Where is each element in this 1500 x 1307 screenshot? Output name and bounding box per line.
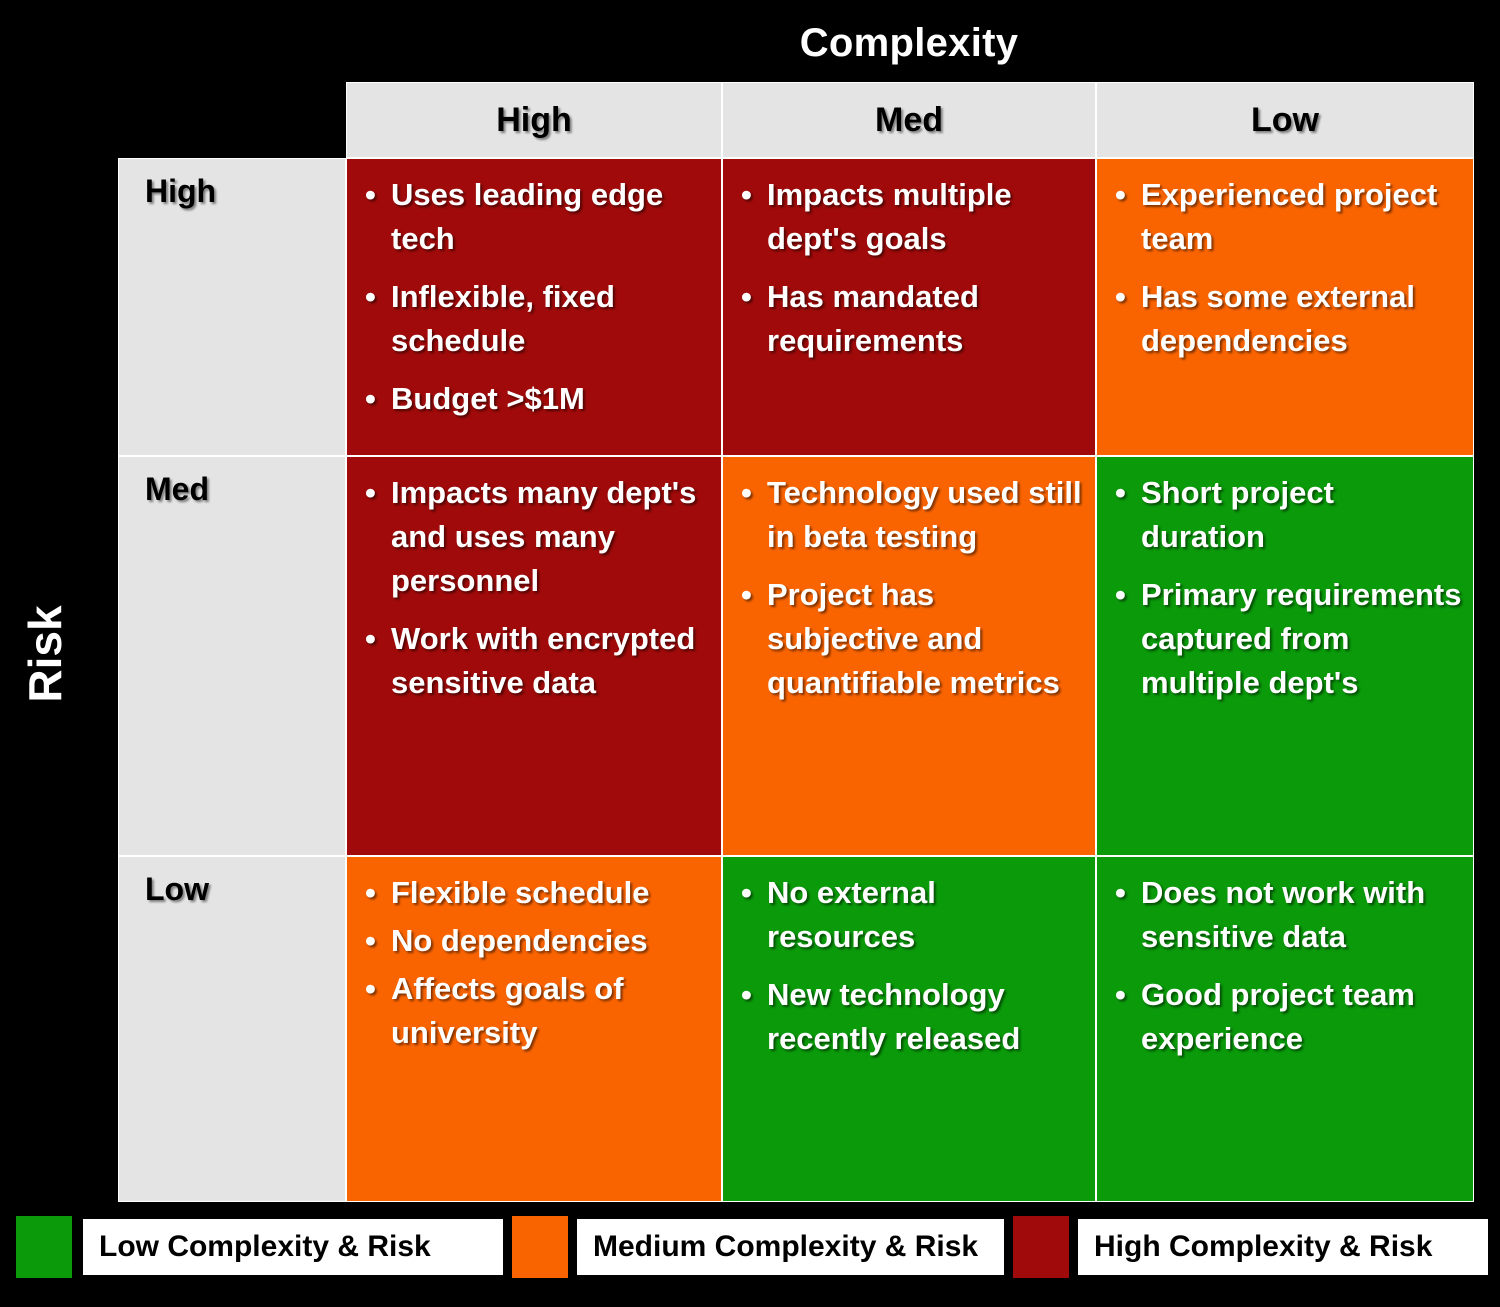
bullet-icon: • xyxy=(741,279,752,315)
bullet-icon: • xyxy=(741,875,752,910)
matrix-cell-risk-high-complexity-high[interactable]: • Uses leading edge tech • Inflexible, fix… xyxy=(346,158,722,456)
list-item-label: Has some external dependencies xyxy=(1141,279,1415,359)
bullet-icon: • xyxy=(1115,577,1126,613)
column-header-med: Med xyxy=(722,82,1096,158)
list-item: • Primary requirements captured from mult… xyxy=(1111,573,1463,705)
bullet-icon: • xyxy=(365,279,376,315)
bullet-icon: • xyxy=(741,475,752,510)
bullet-list: • No external resources • New technology r… xyxy=(737,871,1085,1061)
bullet-icon: • xyxy=(1115,475,1126,510)
list-item-label: Uses leading edge tech xyxy=(391,177,664,257)
list-item-label: New technology recently released xyxy=(767,977,1021,1057)
bullet-icon: • xyxy=(741,977,752,1013)
list-item: • Impacts multiple dept's goals xyxy=(737,173,1085,261)
list-item: • New technology recently released xyxy=(737,973,1085,1061)
bullet-list: • Impacts multiple dept's goals • Has mand… xyxy=(737,173,1085,363)
list-item: • Has some external dependencies xyxy=(1111,275,1463,363)
bullet-list: • Experienced project team • Has some exte… xyxy=(1111,173,1463,363)
bullet-list: • Short project duration • Primary require… xyxy=(1111,471,1463,705)
row-header-low: Low xyxy=(118,856,346,1202)
list-item: • Work with encrypted sensitive data xyxy=(361,617,711,705)
list-item: • Experienced project team xyxy=(1111,173,1463,261)
list-item: • Flexible schedule xyxy=(361,871,711,915)
list-item: • Budget >$1M xyxy=(361,377,711,421)
bullet-icon: • xyxy=(365,875,376,910)
list-item-label: Has mandated requirements xyxy=(767,279,979,359)
list-item-label: Impacts multiple dept's goals xyxy=(767,177,1012,257)
bullet-list: • Does not work with sensitive data • Good… xyxy=(1111,871,1463,1061)
legend: Low Complexity & Risk Medium Complexity … xyxy=(0,1216,1500,1278)
matrix-cell-risk-low-complexity-high[interactable]: • Flexible schedule • No dependencies • Aff… xyxy=(346,856,722,1202)
bullet-icon: • xyxy=(1115,977,1126,1013)
column-header-high: High xyxy=(346,82,722,158)
list-item: • Project has subjective and quantifiable… xyxy=(737,573,1085,705)
bullet-list: • Technology used still in beta testing •… xyxy=(737,471,1085,705)
bullet-list: • Flexible schedule • No dependencies • Aff… xyxy=(361,871,711,1055)
list-item: • Does not work with sensitive data xyxy=(1111,871,1463,959)
list-item-label: Work with encrypted sensitive data xyxy=(391,621,696,701)
list-item-label: Technology used still in beta testing xyxy=(767,475,1082,555)
bullet-icon: • xyxy=(741,577,752,613)
bullet-icon: • xyxy=(1115,177,1126,212)
complexity-axis-title: Complexity xyxy=(799,21,1019,65)
list-item-label: Inflexible, fixed schedule xyxy=(391,279,615,359)
matrix-cell-risk-med-complexity-low[interactable]: • Short project duration • Primary require… xyxy=(1096,456,1474,856)
list-item: • Affects goals of university xyxy=(361,967,711,1055)
list-item-label: No external resources xyxy=(767,875,936,955)
legend-swatch-high-icon xyxy=(1013,1216,1069,1278)
bullet-icon: • xyxy=(365,381,376,417)
list-item: • Technology used still in beta testing xyxy=(737,471,1085,559)
matrix-cell-risk-low-complexity-med[interactable]: • No external resources • New technology r… xyxy=(722,856,1096,1202)
matrix-cell-risk-med-complexity-med[interactable]: • Technology used still in beta testing •… xyxy=(722,456,1096,856)
legend-label-low: Low Complexity & Risk xyxy=(80,1216,506,1278)
list-item-label: Short project duration xyxy=(1141,475,1334,555)
list-item-label: Project has subjective and quantifiable … xyxy=(767,577,1060,701)
list-item: • No external resources xyxy=(737,871,1085,959)
risk-complexity-matrix: High Med Low High Med Low • Uses leading … xyxy=(118,82,1474,1202)
row-header-high: High xyxy=(118,158,346,456)
matrix-cell-risk-high-complexity-low[interactable]: • Experienced project team • Has some exte… xyxy=(1096,158,1474,456)
bullet-icon: • xyxy=(365,923,376,959)
list-item: • No dependencies xyxy=(361,919,711,963)
list-item: • Short project duration xyxy=(1111,471,1463,559)
list-item-label: No dependencies xyxy=(391,923,648,959)
matrix-cell-risk-low-complexity-low[interactable]: • Does not work with sensitive data • Good… xyxy=(1096,856,1474,1202)
list-item-label: Affects goals of university xyxy=(391,971,624,1051)
list-item-label: Impacts many dept's and uses many person… xyxy=(391,475,697,599)
legend-swatch-medium-icon xyxy=(512,1216,568,1278)
list-item-label: Does not work with sensitive data xyxy=(1141,875,1426,955)
bullet-icon: • xyxy=(365,177,376,212)
row-header-med: Med xyxy=(118,456,346,856)
legend-label-high: High Complexity & Risk xyxy=(1075,1216,1491,1278)
list-item-label: Experienced project team xyxy=(1141,177,1438,257)
list-item-label: Primary requirements captured from multi… xyxy=(1141,577,1462,701)
bullet-list: • Uses leading edge tech • Inflexible, fix… xyxy=(361,173,711,421)
bullet-icon: • xyxy=(741,177,752,212)
list-item: • Inflexible, fixed schedule xyxy=(361,275,711,363)
list-item: • Has mandated requirements xyxy=(737,275,1085,363)
bullet-icon: • xyxy=(365,475,376,510)
list-item-label: Budget >$1M xyxy=(391,381,585,417)
risk-axis-title: Risk xyxy=(19,605,71,703)
bullet-icon: • xyxy=(365,621,376,657)
list-item: • Uses leading edge tech xyxy=(361,173,711,261)
matrix-cell-risk-med-complexity-high[interactable]: • Impacts many dept's and uses many perso… xyxy=(346,456,722,856)
bullet-list: • Impacts many dept's and uses many perso… xyxy=(361,471,711,705)
legend-item-high[interactable]: High Complexity & Risk xyxy=(1013,1216,1491,1278)
bullet-icon: • xyxy=(1115,875,1126,910)
legend-swatch-low-icon xyxy=(16,1216,72,1278)
list-item-label: Good project team experience xyxy=(1141,977,1415,1057)
list-item: • Impacts many dept's and uses many perso… xyxy=(361,471,711,603)
legend-label-medium: Medium Complexity & Risk xyxy=(574,1216,1007,1278)
legend-item-medium[interactable]: Medium Complexity & Risk xyxy=(512,1216,1007,1278)
list-item: • Good project team experience xyxy=(1111,973,1463,1061)
bullet-icon: • xyxy=(365,971,376,1007)
bullet-icon: • xyxy=(1115,279,1126,315)
column-header-low: Low xyxy=(1096,82,1474,158)
matrix-cell-risk-high-complexity-med[interactable]: • Impacts multiple dept's goals • Has mand… xyxy=(722,158,1096,456)
list-item-label: Flexible schedule xyxy=(391,875,650,910)
legend-item-low[interactable]: Low Complexity & Risk xyxy=(16,1216,506,1278)
